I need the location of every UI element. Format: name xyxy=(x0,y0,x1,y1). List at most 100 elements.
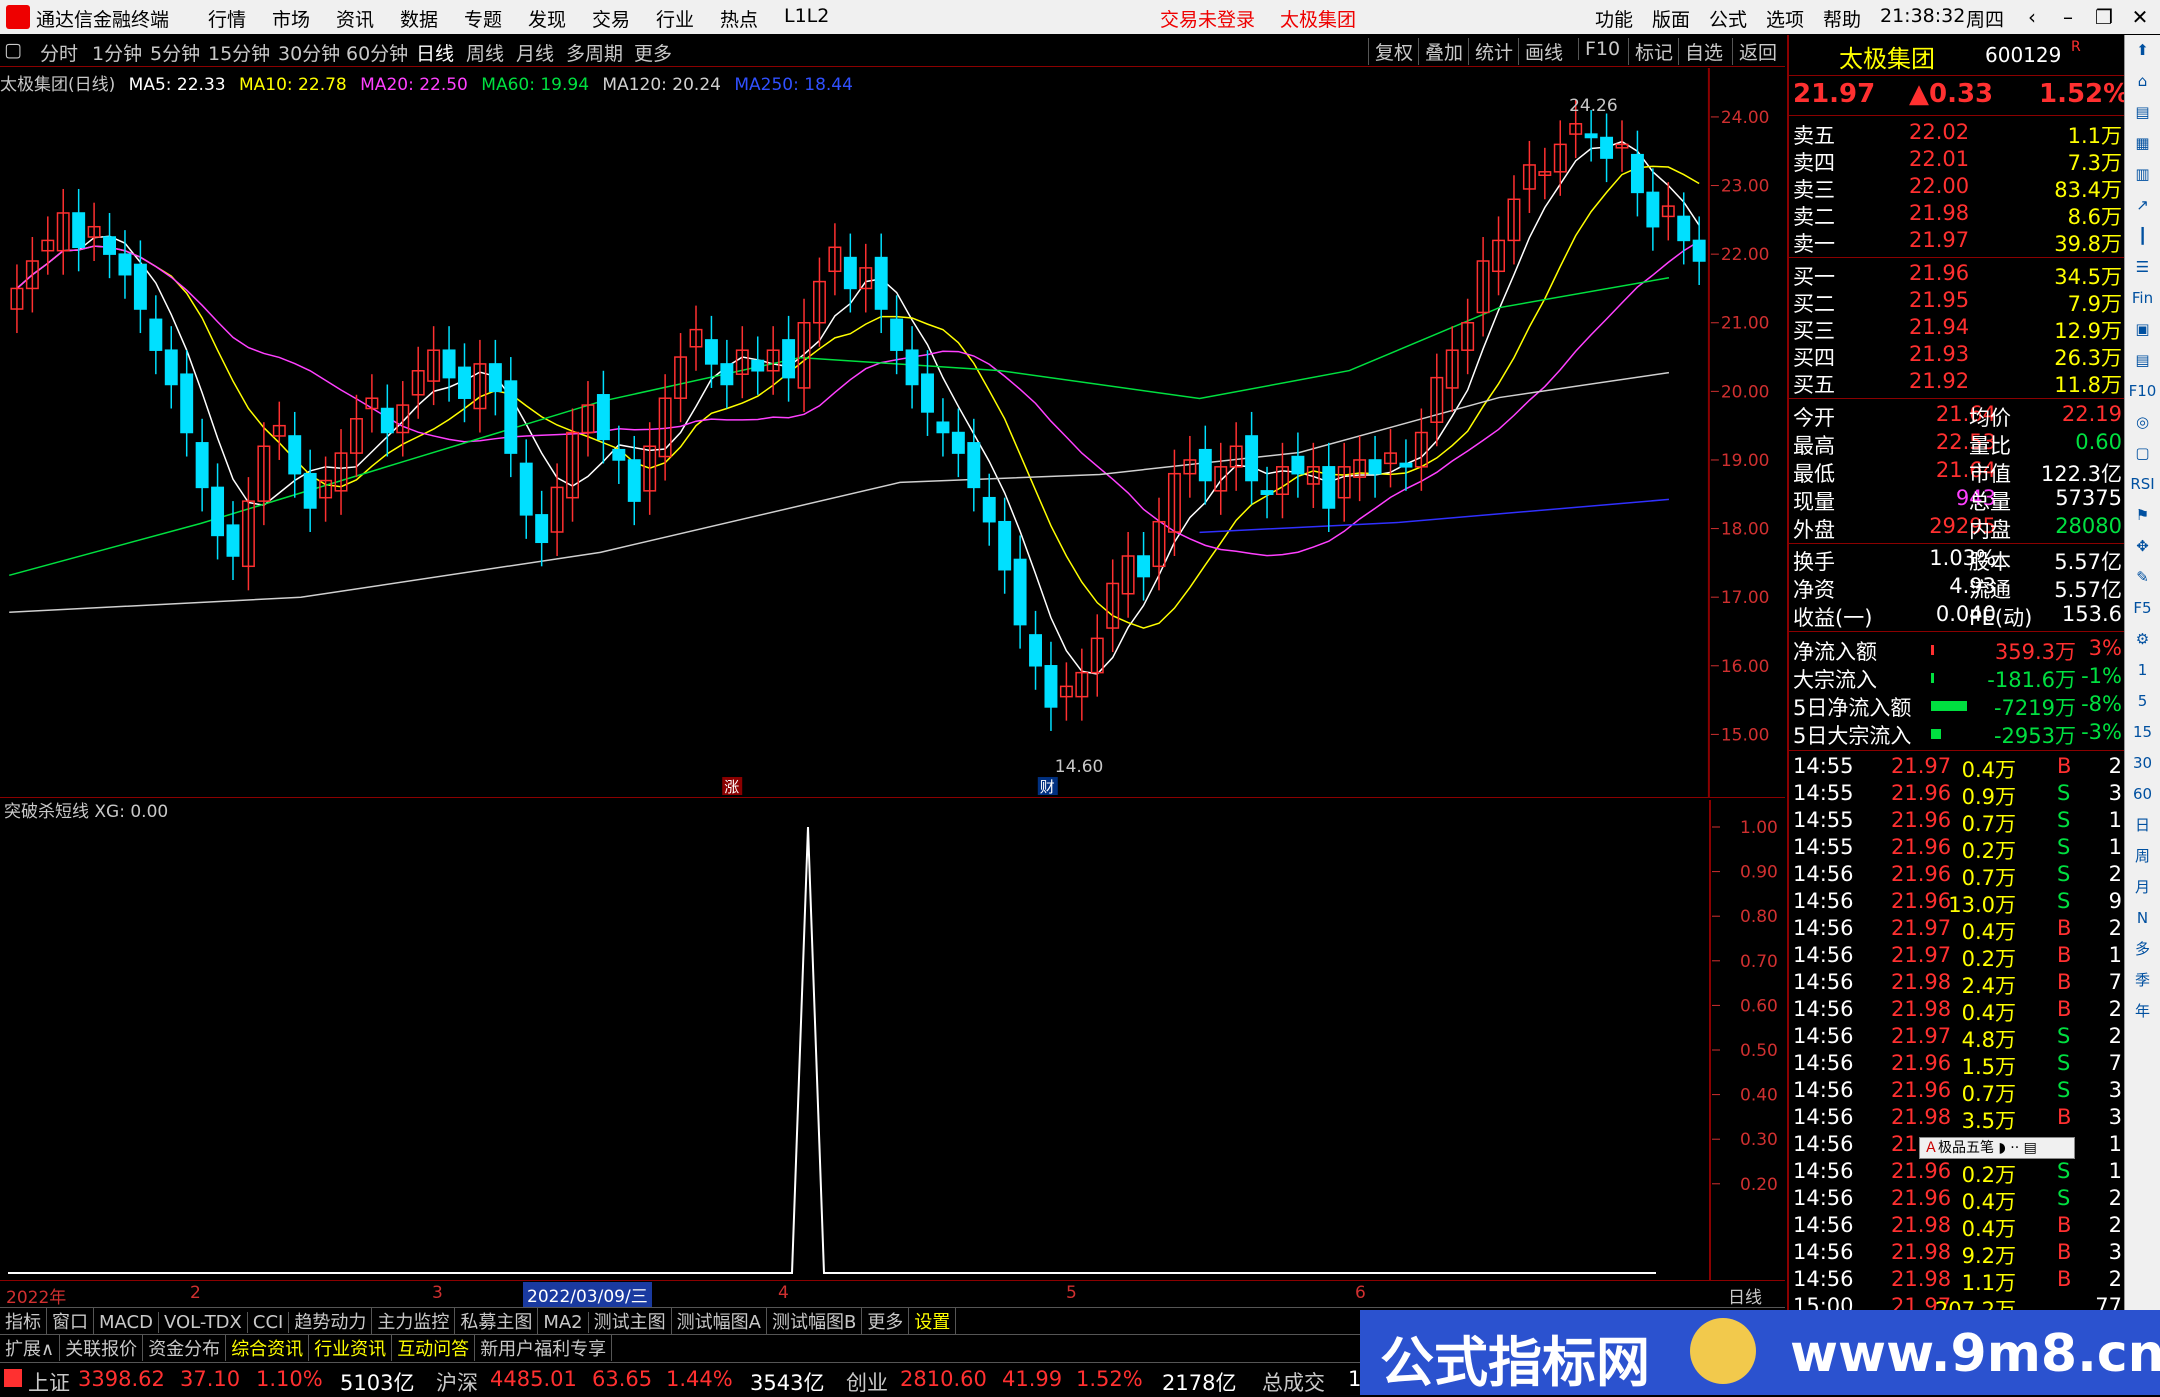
event-marker-zhang[interactable]: 涨 xyxy=(724,778,739,796)
menu-formula[interactable]: 公式 xyxy=(1709,5,1747,32)
doc2-icon[interactable]: ▢ xyxy=(2125,438,2160,469)
tab-ma2[interactable]: MA2 xyxy=(538,1312,589,1333)
tab-indicator[interactable]: 指标 xyxy=(0,1308,47,1334)
tf-multi[interactable]: 多周期 xyxy=(566,39,623,66)
home-icon[interactable]: ⌂ xyxy=(2125,66,2160,97)
tab-news[interactable]: 综合资讯 xyxy=(226,1335,310,1361)
tab-more[interactable]: 更多 xyxy=(862,1308,910,1334)
menu-item[interactable]: 市场 xyxy=(272,5,310,32)
tf-weekly[interactable]: 周线 xyxy=(466,39,504,66)
move-icon[interactable]: ✥ xyxy=(2125,531,2160,562)
tab-macd[interactable]: MACD xyxy=(94,1312,159,1333)
period-quarter[interactable]: 季 xyxy=(2125,965,2160,996)
menu-help[interactable]: 帮助 xyxy=(1823,5,1861,32)
fin-icon[interactable]: Fin xyxy=(2125,283,2160,314)
tf-5min[interactable]: 5分钟 xyxy=(150,39,200,66)
tab-cci[interactable]: CCI xyxy=(248,1312,290,1333)
period-n[interactable]: N xyxy=(2125,903,2160,934)
menu-function[interactable]: 功能 xyxy=(1595,5,1633,32)
period-5[interactable]: 5 xyxy=(2125,686,2160,717)
grid-icon[interactable]: ▦ xyxy=(2125,128,2160,159)
menu-layout[interactable]: 版面 xyxy=(1652,5,1690,32)
menu-item[interactable]: 资讯 xyxy=(336,5,374,32)
tab-expand[interactable]: 扩展∧ xyxy=(0,1335,61,1361)
tab-new-user[interactable]: 新用户福利专享 xyxy=(475,1335,613,1361)
btn-watchlist[interactable]: 自选 xyxy=(1678,38,1723,65)
login-status[interactable]: 交易未登录 xyxy=(1160,5,1255,32)
period-60[interactable]: 60 xyxy=(2125,779,2160,810)
period-30[interactable]: 30 xyxy=(2125,748,2160,779)
tab-test-a[interactable]: 测试幅图A xyxy=(672,1308,767,1334)
tab-qa[interactable]: 互动问答 xyxy=(392,1335,476,1361)
btn-stats[interactable]: 统计 xyxy=(1468,38,1513,65)
list-icon[interactable]: ☰ xyxy=(2125,252,2160,283)
menu-item[interactable]: 行情 xyxy=(208,5,246,32)
menu-item[interactable]: 行业 xyxy=(656,5,694,32)
flag-icon[interactable]: ⚑ xyxy=(2125,500,2160,531)
menu-item[interactable]: 交易 xyxy=(592,5,630,32)
tab-window[interactable]: 窗口 xyxy=(47,1308,94,1334)
btn-adjust[interactable]: 复权 xyxy=(1368,38,1413,65)
tab-test-b[interactable]: 测试幅图B xyxy=(767,1308,863,1334)
menu-item[interactable]: 热点 xyxy=(720,5,758,32)
menu-options[interactable]: 选项 xyxy=(1766,5,1804,32)
tab-trend[interactable]: 趋势动力 xyxy=(289,1308,373,1334)
ime-toolbar[interactable]: Ａ极品五笔 ◗ ·· ▤ xyxy=(1919,1137,2075,1159)
tab-vol[interactable]: VOL-TDX xyxy=(159,1312,248,1333)
back-icon[interactable]: ‹ xyxy=(2012,2,2052,32)
rsi-icon[interactable]: RSI xyxy=(2125,469,2160,500)
table-icon[interactable]: ▣ xyxy=(2125,314,2160,345)
tf-30min[interactable]: 30分钟 xyxy=(278,39,340,66)
event-marker-cai[interactable]: 财 xyxy=(1040,778,1055,796)
minimize-icon[interactable]: – xyxy=(2048,2,2088,32)
f10-icon[interactable]: F10 xyxy=(2125,376,2160,407)
kline-icon[interactable]: ┃ xyxy=(2125,221,2160,252)
period-week[interactable]: 周 xyxy=(2125,841,2160,872)
indicator-chart[interactable]: 突破杀短线 XG: 0.00 1.00 0.90 0.80 0.70 0.60 0.50 0… xyxy=(0,800,1785,1280)
stock-alert[interactable]: 太极集团 xyxy=(1280,5,1356,32)
tab-test-main[interactable]: 测试主图 xyxy=(589,1308,672,1334)
hs-label[interactable]: 沪深 xyxy=(436,1367,478,1397)
sh-label[interactable]: 上证 xyxy=(28,1367,70,1397)
trend-icon[interactable]: ↗ xyxy=(2125,190,2160,221)
tool-icon[interactable]: ⚙ xyxy=(2125,624,2160,655)
calc-icon[interactable]: ▤ xyxy=(2125,345,2160,376)
pen-icon[interactable]: ✎ xyxy=(2125,562,2160,593)
btn-f10[interactable]: F10 xyxy=(1578,38,1620,60)
tf-daily[interactable]: 日线 xyxy=(416,39,454,66)
cy-label[interactable]: 创业 xyxy=(846,1367,888,1397)
tab-private[interactable]: 私募主图 xyxy=(455,1308,539,1334)
chart-icon[interactable]: ▥ xyxy=(2125,159,2160,190)
tf-1min[interactable]: 1分钟 xyxy=(92,39,142,66)
period-1[interactable]: 1 xyxy=(2125,655,2160,686)
tab-settings[interactable]: 设置 xyxy=(909,1308,957,1334)
tf-15min[interactable]: 15分钟 xyxy=(208,39,270,66)
tf-60min[interactable]: 60分钟 xyxy=(346,39,408,66)
period-year[interactable]: 年 xyxy=(2125,996,2160,1027)
f5-icon[interactable]: F5 xyxy=(2125,593,2160,624)
tf-monthly[interactable]: 月线 xyxy=(516,39,554,66)
circle-icon[interactable]: ◎ xyxy=(2125,407,2160,438)
menu-item[interactable]: L1L2 xyxy=(784,5,829,27)
btn-draw[interactable]: 画线 xyxy=(1518,38,1563,65)
period-month[interactable]: 月 xyxy=(2125,872,2160,903)
tf-more[interactable]: 更多 xyxy=(634,39,672,66)
tab-main-monitor[interactable]: 主力监控 xyxy=(372,1308,456,1334)
menu-item[interactable]: 数据 xyxy=(400,5,438,32)
tab-related[interactable]: 关联报价 xyxy=(60,1335,144,1361)
restore-icon[interactable]: ❐ xyxy=(2084,2,2124,32)
btn-mark[interactable]: 标记 xyxy=(1628,38,1673,65)
menu-item[interactable]: 发现 xyxy=(528,5,566,32)
tf-tick[interactable]: 分时 xyxy=(40,39,78,66)
close-icon[interactable]: ✕ xyxy=(2120,2,2160,32)
toggle-icon[interactable]: ▢ xyxy=(4,39,22,61)
doc-icon[interactable]: ▤ xyxy=(2125,97,2160,128)
up-arrow-icon[interactable]: ⬆ xyxy=(2125,35,2160,66)
btn-back[interactable]: 返回 xyxy=(1732,38,1777,65)
candlestick-chart[interactable]: 24.00 23.00 22.00 21.00 20.00 19.00 18.00 17.00… xyxy=(0,68,1785,798)
period-15[interactable]: 15 xyxy=(2125,717,2160,748)
tab-funds[interactable]: 资金分布 xyxy=(143,1335,227,1361)
btn-overlay[interactable]: 叠加 xyxy=(1418,38,1463,65)
period-day[interactable]: 日 xyxy=(2125,810,2160,841)
tab-industry-news[interactable]: 行业资讯 xyxy=(309,1335,393,1361)
